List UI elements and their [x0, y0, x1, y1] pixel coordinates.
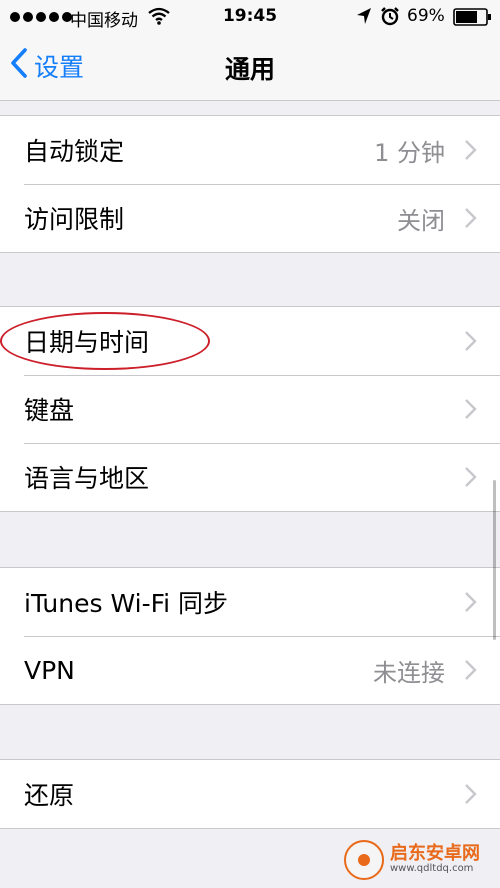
battery-percentage: 69% [407, 6, 445, 26]
watermark-url: www.qdltdq.com [390, 863, 474, 875]
row-vpn[interactable]: VPN 未连接 [0, 636, 500, 704]
settings-group-locale: 日期与时间 键盘 语言与地区 [0, 306, 500, 512]
row-label: 自动锁定 [24, 137, 125, 166]
watermark-title: 启东安卓网 [390, 843, 480, 865]
row-value: 未连接 [373, 658, 445, 687]
scroll-indicator [493, 480, 496, 640]
settings-group-lock: 自动锁定 1 分钟 访问限制 关闭 [0, 115, 500, 253]
row-label: VPN [24, 655, 75, 685]
row-itunes-wifi-sync[interactable]: iTunes Wi-Fi 同步 [0, 568, 500, 636]
location-arrow-icon [356, 7, 372, 30]
row-value: 1 分钟 [374, 138, 445, 167]
chevron-right-icon [465, 208, 477, 228]
row-label: 日期与时间 [24, 328, 150, 357]
watermark-logo-icon [344, 840, 384, 880]
row-label: 还原 [24, 781, 75, 810]
chevron-right-icon [465, 592, 477, 612]
chevron-right-icon [465, 467, 477, 487]
row-label: 键盘 [24, 396, 75, 425]
battery-icon [453, 8, 493, 31]
row-language-region[interactable]: 语言与地区 [0, 443, 500, 511]
row-keyboard[interactable]: 键盘 [0, 375, 500, 443]
row-value: 关闭 [397, 206, 445, 235]
row-label: 语言与地区 [24, 464, 150, 493]
row-restrictions[interactable]: 访问限制 关闭 [0, 184, 500, 252]
site-watermark: 启东安卓网 www.qdltdq.com [344, 838, 494, 882]
chevron-right-icon [465, 331, 477, 351]
chevron-right-icon [465, 399, 477, 419]
watermark-text: 启东安卓网 www.qdltdq.com [390, 843, 480, 875]
settings-group-reset: 还原 [0, 759, 500, 829]
top-bar: 中国移动 19:45 69% 设置 通用 [0, 0, 500, 101]
row-label: iTunes Wi-Fi 同步 [24, 589, 229, 618]
page-title: 通用 [224, 55, 275, 84]
status-bar: 中国移动 19:45 69% [0, 0, 500, 34]
navigation-bar: 设置 通用 [0, 34, 500, 100]
row-label: 访问限制 [24, 205, 125, 234]
settings-group-sync: iTunes Wi-Fi 同步 VPN 未连接 [0, 567, 500, 705]
chevron-right-icon [465, 140, 477, 160]
row-auto-lock[interactable]: 自动锁定 1 分钟 [0, 116, 500, 184]
chevron-right-icon [465, 660, 477, 680]
settings-general-screen: 中国移动 19:45 69% 设置 通用 自动锁定 1 分钟 访问限制 关闭 日… [0, 0, 500, 888]
row-reset[interactable]: 还原 [0, 760, 500, 828]
row-date-time[interactable]: 日期与时间 [0, 307, 500, 375]
alarm-clock-icon [380, 6, 400, 31]
chevron-right-icon [465, 784, 477, 804]
